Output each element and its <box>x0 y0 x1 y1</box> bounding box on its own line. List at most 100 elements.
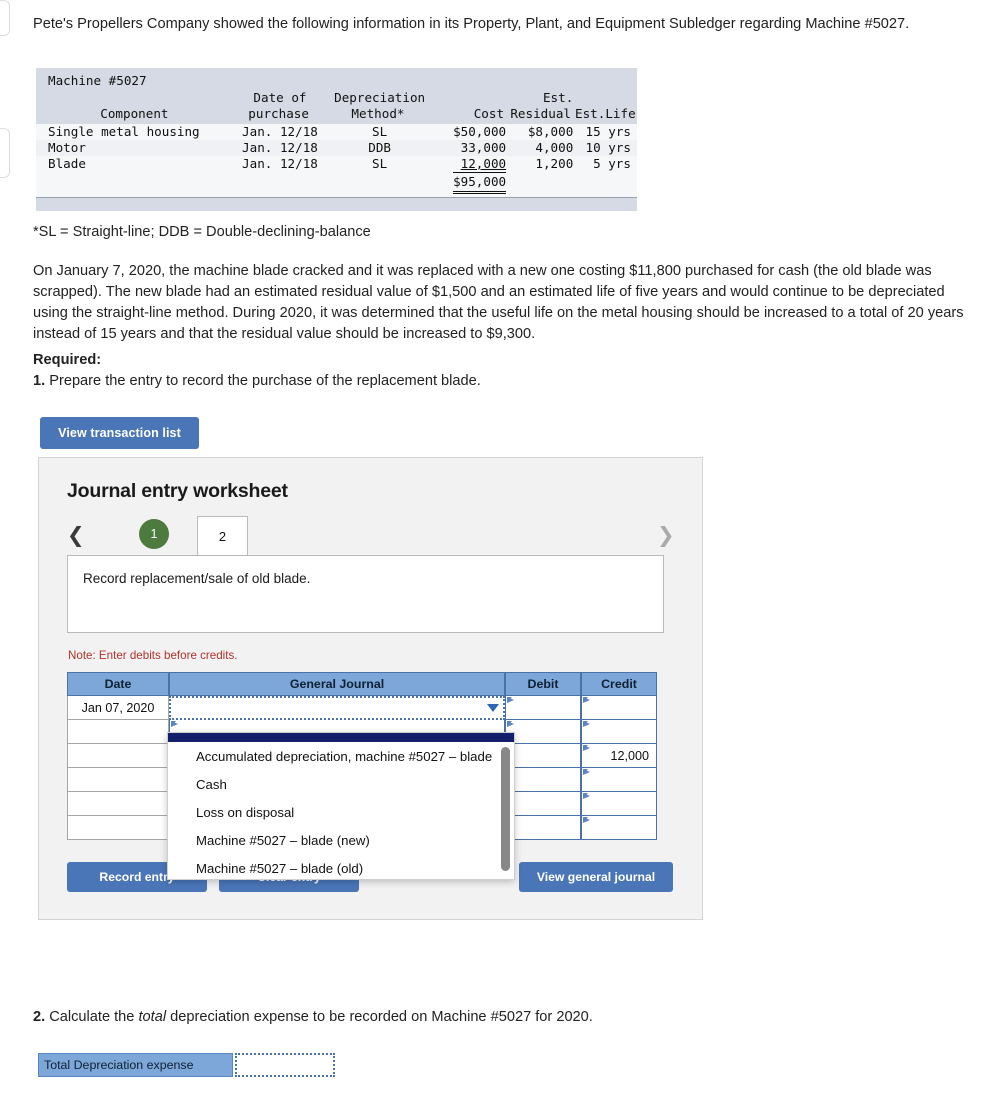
subledger-table: Machine #5027 Date of Depreciation Est. … <box>36 68 637 211</box>
journal-table-header: Date General Journal Debit Credit <box>67 672 657 696</box>
chevron-left-icon[interactable]: ❮ <box>67 525 85 546</box>
dropdown-option-accumulated-depreciation[interactable]: Accumulated depreciation, machine #5027 … <box>168 742 514 770</box>
cell-debit[interactable] <box>505 792 581 816</box>
cell-credit[interactable] <box>581 720 657 744</box>
view-general-journal-button[interactable]: View general journal <box>519 862 673 892</box>
cell-component: Single metal housing <box>48 124 200 139</box>
worksheet-tabs: ❮ 1 2 ❯ <box>67 516 677 556</box>
chevron-down-icon[interactable] <box>487 704 499 712</box>
subledger-header-row-1: Date of Depreciation Est. <box>36 90 637 106</box>
part-2-question: 2. Calculate the total depreciation expe… <box>33 1009 593 1025</box>
subledger-title: Machine #5027 <box>48 73 147 88</box>
view-transaction-list-button[interactable]: View transaction list <box>40 417 199 449</box>
dropdown-option-blade-old[interactable]: Machine #5027 – blade (old) <box>168 854 514 882</box>
total-depreciation-label: Total Depreciation expense <box>38 1053 233 1077</box>
total-depreciation-input[interactable] <box>235 1053 335 1077</box>
cell-residual: 1,200 <box>535 156 574 171</box>
cell-credit[interactable] <box>581 696 657 720</box>
part-2-number: 2. <box>33 1009 46 1025</box>
subledger-header: Machine #5027 Date of Depreciation Est. … <box>36 68 637 124</box>
subledger-row: Single metal housing Jan. 12/18 SL $50,0… <box>36 124 637 140</box>
part-2-emphasis: total <box>138 1009 167 1025</box>
cell-date[interactable] <box>67 720 169 744</box>
subledger-row: Motor Jan. 12/18 DDB 33,000 4,000 10 yrs <box>36 140 637 156</box>
header-date: purchase <box>248 106 309 121</box>
required-block: Required: 1. Prepare the entry to record… <box>33 350 481 392</box>
dropdown-scrollbar[interactable] <box>501 747 510 871</box>
page-edge-artifact-top <box>0 0 10 36</box>
cell-date: Jan. 12/18 <box>242 140 318 155</box>
cell-debit[interactable] <box>505 696 581 720</box>
cell-credit[interactable] <box>581 816 657 840</box>
account-dropdown-menu[interactable]: Accumulated depreciation, machine #5027 … <box>167 732 515 880</box>
cell-date: Jan. 12/18 <box>242 156 318 171</box>
cell-life: 10 yrs <box>585 140 631 155</box>
required-item-1-number: 1. <box>33 373 46 389</box>
cell-debit[interactable] <box>505 816 581 840</box>
intro-paragraph: Pete's Propellers Company showed the fol… <box>33 16 910 32</box>
cell-credit[interactable]: 12,000 <box>581 744 657 768</box>
cell-date[interactable] <box>67 744 169 768</box>
header-date-line1: Date of <box>253 90 307 105</box>
part-2-text-b: depreciation expense to be recorded on M… <box>170 1009 593 1025</box>
column-header-date: Date <box>67 672 169 696</box>
page-edge-artifact-bottom <box>0 128 10 178</box>
dropdown-option-blade-new[interactable]: Machine #5027 – blade (new) <box>168 826 514 854</box>
header-life: Est.Life <box>575 106 636 121</box>
subledger-footer-bar <box>36 197 637 211</box>
cell-date[interactable] <box>67 816 169 840</box>
cell-debit[interactable] <box>505 720 581 744</box>
cell-life: 5 yrs <box>593 156 631 171</box>
cell-method: DDB <box>368 140 391 155</box>
cell-credit[interactable] <box>581 768 657 792</box>
header-method: Method* <box>351 106 405 121</box>
subledger-row: Blade Jan. 12/18 SL 12,000 1,200 5 yrs <box>36 156 637 172</box>
cell-method: SL <box>372 124 388 139</box>
column-header-general-journal: General Journal <box>169 672 505 696</box>
cell-cost: $50,000 <box>453 124 507 139</box>
worksheet-tab-1[interactable]: 1 <box>139 519 169 549</box>
header-residual-line1: Est. <box>542 90 574 105</box>
cell-debit[interactable] <box>505 744 581 768</box>
account-select-open[interactable] <box>169 696 505 720</box>
cell-cost: 33,000 <box>460 140 507 155</box>
cell-credit[interactable] <box>581 792 657 816</box>
cell-residual: $8,000 <box>527 124 574 139</box>
cell-residual: 4,000 <box>535 140 574 155</box>
subledger-total-row: $95,000 <box>36 172 637 194</box>
worksheet-tab-2[interactable]: 2 <box>197 516 248 555</box>
header-method-line1: Depreciation <box>334 90 426 105</box>
scenario-paragraph: On January 7, 2020, the machine blade cr… <box>33 263 964 342</box>
cell-life: 15 yrs <box>585 124 631 139</box>
method-footnote: *SL = Straight-line; DDB = Double-declin… <box>33 224 371 240</box>
worksheet-instruction-text: Record replacement/sale of old blade. <box>83 571 311 586</box>
cell-cost: 12,000 <box>460 156 507 171</box>
cell-component: Motor <box>48 140 86 155</box>
cell-date[interactable]: Jan 07, 2020 <box>67 696 169 720</box>
subledger-total-cost: $95,000 <box>453 172 507 194</box>
header-residual: Residual <box>510 106 571 121</box>
cell-date: Jan. 12/18 <box>242 124 318 139</box>
required-item-1-text: Prepare the entry to record the purchase… <box>49 373 481 389</box>
column-header-credit: Credit <box>581 672 657 696</box>
cell-date[interactable] <box>67 792 169 816</box>
total-depreciation-answer-row: Total Depreciation expense <box>38 1053 335 1077</box>
dropdown-selected-highlight <box>168 733 514 742</box>
header-component: Component <box>100 106 169 121</box>
cell-method: SL <box>372 156 388 171</box>
cell-debit[interactable] <box>505 768 581 792</box>
worksheet-instruction-box: Record replacement/sale of old blade. <box>67 555 664 633</box>
worksheet-title: Journal entry worksheet <box>67 480 288 502</box>
cell-component: Blade <box>48 156 86 171</box>
dropdown-option-loss-on-disposal[interactable]: Loss on disposal <box>168 798 514 826</box>
chevron-right-icon[interactable]: ❯ <box>657 525 675 546</box>
column-header-debit: Debit <box>505 672 581 696</box>
subledger-header-row-2: Component purchase Method* Cost Residual… <box>36 106 637 122</box>
part-2-text-a: Calculate the <box>49 1009 135 1025</box>
table-row: Jan 07, 2020 <box>67 696 657 720</box>
debits-before-credits-note: Note: Enter debits before credits. <box>68 649 238 662</box>
header-cost: Cost <box>473 106 505 121</box>
dropdown-option-cash[interactable]: Cash <box>168 770 514 798</box>
required-heading: Required: <box>33 352 102 368</box>
cell-date[interactable] <box>67 768 169 792</box>
